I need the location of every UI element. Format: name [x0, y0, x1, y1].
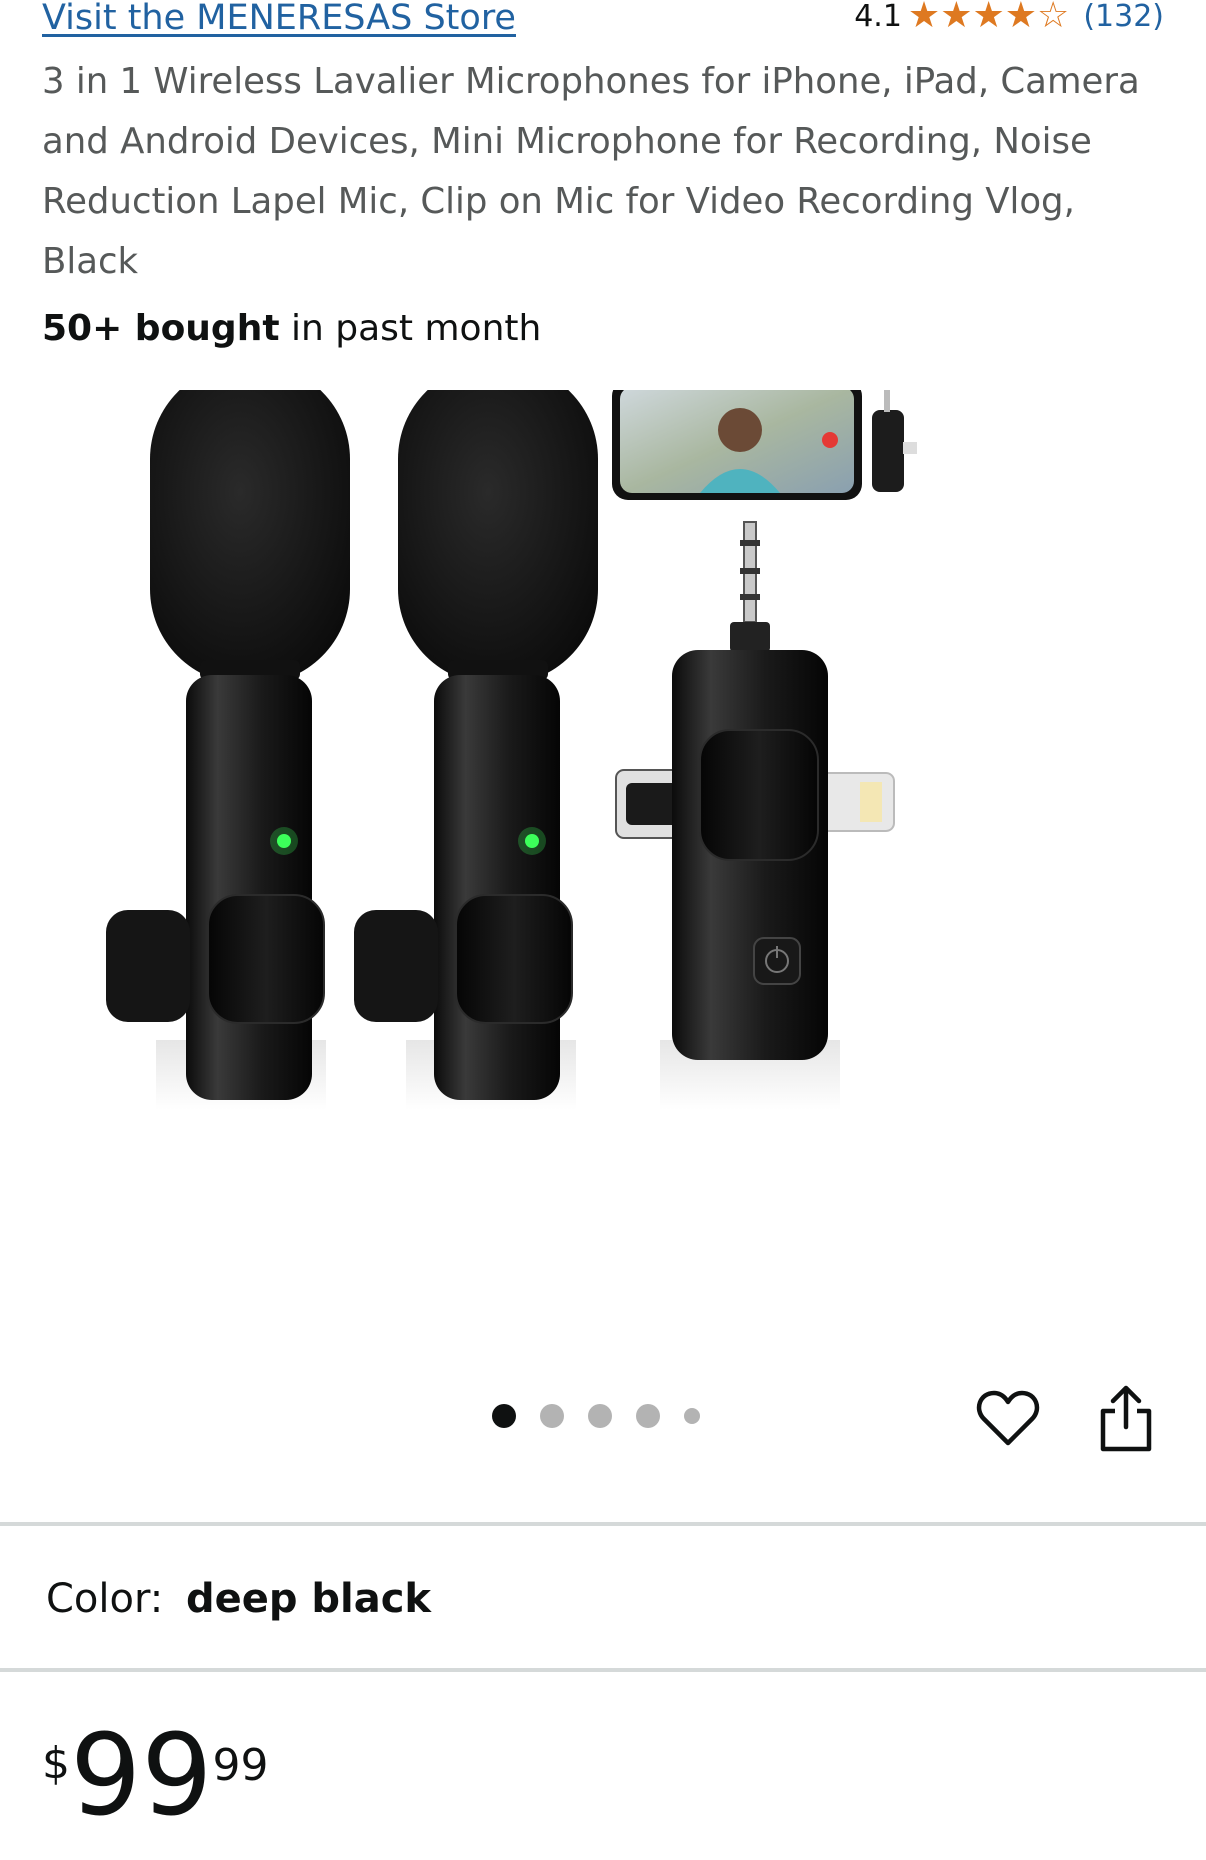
star-icon: ★ [907, 0, 941, 36]
bought-badge: 50+ bought in past month [42, 308, 541, 349]
divider [0, 1522, 1206, 1526]
carousel-dot-3[interactable] [588, 1404, 612, 1428]
bought-count: 50+ bought [42, 308, 280, 349]
microphone-1 [106, 390, 350, 1110]
color-selector[interactable]: Color: deep black [46, 1576, 431, 1622]
microphone-2 [354, 390, 598, 1110]
top-row: Visit the MENERESAS Store 4.1 ★ ★ ★ ★ ☆ … [42, 0, 1164, 40]
product-image[interactable] [60, 390, 1120, 1320]
divider [0, 1668, 1206, 1672]
star-icon: ★ [940, 0, 973, 36]
color-label: Color: [46, 1576, 164, 1622]
store-link[interactable]: Visit the MENERESAS Store [42, 0, 516, 38]
price-whole: 99 [70, 1711, 213, 1841]
price-currency: $ [42, 1738, 70, 1789]
star-empty-icon: ☆ [1037, 0, 1070, 36]
image-carousel-indicator[interactable] [492, 1404, 700, 1428]
share-icon[interactable] [1096, 1383, 1156, 1453]
product-title: 3 in 1 Wireless Lavalier Microphones for… [42, 61, 1140, 282]
rating-summary[interactable]: 4.1 ★ ★ ★ ★ ☆ (132) [854, 0, 1164, 34]
color-value: deep black [185, 1576, 432, 1622]
bought-period: in past month [279, 308, 542, 349]
star-icon: ★ [1004, 0, 1038, 36]
carousel-dot-4[interactable] [636, 1404, 660, 1428]
carousel-dot-2[interactable] [540, 1404, 564, 1428]
price-fraction: 99 [212, 1740, 269, 1791]
receiver [615, 521, 895, 1110]
phone-preview [612, 390, 917, 500]
star-icon: ★ [972, 0, 1005, 36]
rating-value: 4.1 [854, 0, 902, 34]
rating-count[interactable]: (132) [1083, 0, 1164, 34]
heart-icon[interactable] [975, 1385, 1041, 1451]
price: $ 99 99 [42, 1720, 269, 1832]
star-rating: ★ ★ ★ ★ ☆ [908, 0, 1069, 34]
carousel-dot-5[interactable] [684, 1408, 700, 1424]
carousel-dot-1[interactable] [492, 1404, 516, 1428]
